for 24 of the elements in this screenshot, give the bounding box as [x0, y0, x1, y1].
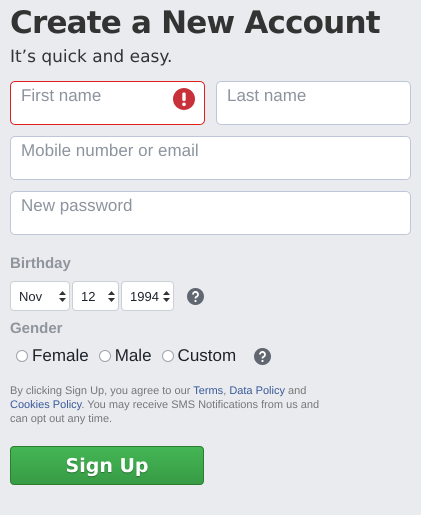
policy-link[interactable]: Cookies Policy: [10, 399, 82, 411]
page-title: Create a New Account: [10, 4, 381, 43]
subtitle: It’s quick and easy.: [10, 47, 174, 67]
text-field[interactable]: New password: [10, 191, 411, 235]
gender-radio[interactable]: Female: [16, 346, 89, 366]
help-icon[interactable]: [187, 288, 204, 304]
spinner-icon: [59, 290, 66, 302]
policy-link[interactable]: Data Policy: [229, 385, 285, 397]
spinner-icon: [163, 290, 170, 302]
date-select[interactable]: 1994: [121, 281, 174, 311]
text-field[interactable]: Mobile number or email: [10, 136, 411, 180]
gender-label: Gender: [10, 320, 64, 337]
gender-radio[interactable]: Male: [98, 346, 152, 366]
text-field[interactable]: Last name: [216, 81, 411, 125]
birthday-label: Birthday: [10, 255, 72, 272]
date-select[interactable]: Nov: [10, 281, 70, 311]
policy-link[interactable]: Terms: [193, 385, 224, 397]
date-select[interactable]: 12: [72, 281, 119, 311]
gender-radio[interactable]: Custom: [162, 346, 236, 366]
error-icon: [173, 88, 195, 110]
text-field[interactable]: First name: [10, 81, 205, 125]
help-icon[interactable]: [254, 348, 272, 364]
terms-text: By clicking Sign Up, you agree to our Terms, Data Policy and Cookies Policy. You may receive SMS Notifications from us and can opt out any time.: [10, 384, 320, 426]
spinner-icon: [108, 290, 115, 302]
